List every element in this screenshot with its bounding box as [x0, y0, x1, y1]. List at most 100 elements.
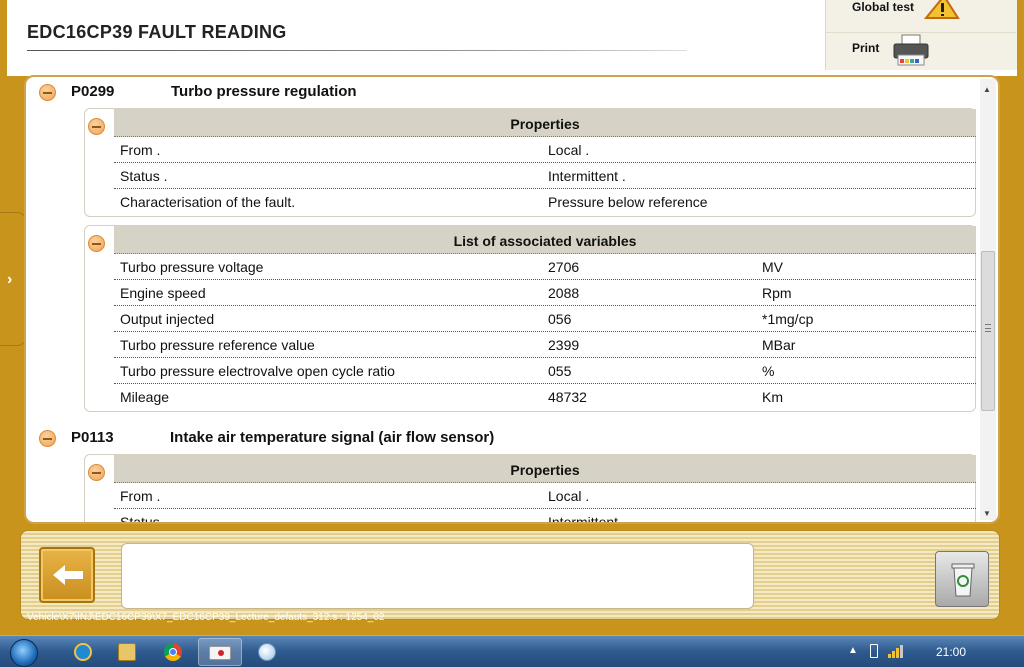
clock[interactable]: 21:00 — [936, 645, 966, 659]
table-row: Mileage 48732 Km — [114, 384, 976, 410]
fault-code: P0113 — [71, 429, 114, 446]
section-heading: Properties — [114, 109, 976, 137]
variable-value: 056 — [548, 311, 572, 327]
variable-name: Turbo pressure reference value — [120, 337, 315, 353]
bottom-bar — [20, 530, 1000, 620]
fault-code: P0299 — [71, 83, 115, 100]
paint-icon — [258, 643, 276, 661]
toolbar-panel: Global test Print — [825, 0, 1017, 70]
variable-name: Output injected — [120, 311, 215, 327]
grip-icon — [985, 324, 991, 332]
properties-section: Properties From . Local . Status . Inter… — [84, 454, 976, 522]
section-heading: Properties — [114, 455, 976, 483]
global-test-label: Global test — [852, 0, 915, 14]
message-box — [121, 543, 754, 609]
table-row: Output injected 056 *1mg/cp — [114, 306, 976, 332]
variable-unit: MV — [762, 259, 783, 275]
property-value: Pressure below reference — [548, 194, 708, 210]
table-row: Characterisation of the fault. Pressure … — [114, 189, 976, 215]
taskbar-internet-explorer[interactable] — [62, 638, 102, 666]
property-name: Characterisation of the fault. — [120, 194, 296, 210]
battery-icon[interactable] — [870, 644, 878, 658]
taskbar-paint[interactable] — [246, 638, 286, 666]
variable-unit: Rpm — [762, 285, 792, 301]
table-row: Status . Intermittent . — [114, 163, 976, 189]
variable-unit: *1mg/cp — [762, 311, 814, 327]
table-row: Turbo pressure electrovalve open cycle r… — [114, 358, 976, 384]
header: EDC16CP39 FAULT READING Global test Prin… — [7, 0, 1017, 76]
print-label: Print — [852, 41, 880, 55]
property-value: Intermittent . — [548, 514, 626, 522]
file-path: Vehicle\X7\INJ\EDC16CP39\X7_EDC16CP39_Le… — [27, 612, 385, 623]
variable-name: Turbo pressure voltage — [120, 259, 264, 275]
start-button[interactable] — [4, 637, 44, 667]
chevron-up-icon[interactable]: ▲ — [848, 645, 858, 656]
fault-description: Turbo pressure regulation — [171, 83, 357, 100]
collapse-icon[interactable] — [39, 430, 56, 447]
table-row: Turbo pressure voltage 2706 MV — [114, 254, 976, 280]
printer-icon — [893, 34, 929, 66]
title-divider — [27, 50, 687, 51]
variable-name: Mileage — [120, 389, 170, 405]
variable-value: 055 — [548, 363, 572, 379]
variable-unit: % — [762, 363, 775, 379]
internet-explorer-icon — [74, 643, 92, 661]
property-value: Local . — [548, 488, 590, 504]
scroll-down-icon[interactable]: ▼ — [983, 509, 991, 518]
collapse-icon[interactable] — [88, 118, 105, 135]
taskbar-chrome[interactable] — [152, 638, 192, 666]
property-value: Local . — [548, 142, 590, 158]
warning-icon — [923, 0, 960, 19]
folder-icon — [118, 643, 136, 661]
fault-header-p0299[interactable]: P0299 Turbo pressure regulation — [26, 79, 984, 103]
back-button[interactable] — [39, 547, 95, 603]
variable-name: Engine speed — [120, 285, 206, 301]
trash-button[interactable] — [935, 551, 989, 607]
variable-unit: Km — [762, 389, 783, 405]
variable-value: 48732 — [548, 389, 587, 405]
diagnostic-app-icon — [209, 646, 231, 660]
table-row: From . Local . — [114, 483, 976, 509]
table-row: Turbo pressure reference value 2399 MBar — [114, 332, 976, 358]
print-button[interactable]: Print — [826, 32, 1016, 66]
section-heading: List of associated variables — [114, 226, 976, 254]
system-tray: ▲ 21:00 — [844, 636, 1024, 667]
properties-section: Properties From . Local . Status . Inter… — [84, 108, 976, 217]
side-panel-toggle[interactable]: › — [0, 212, 27, 346]
variable-unit: MBar — [762, 337, 796, 353]
property-name: From . — [120, 488, 161, 504]
variable-value: 2706 — [548, 259, 580, 275]
signal-icon[interactable] — [888, 644, 904, 658]
fault-description: Intake air temperature signal (air flow … — [170, 429, 495, 446]
fault-list: P0299 Turbo pressure regulation Properti… — [26, 77, 984, 522]
property-name: From . — [120, 142, 161, 158]
page-title: EDC16CP39 FAULT READING — [27, 22, 287, 42]
variable-value: 2399 — [548, 337, 580, 353]
collapse-icon[interactable] — [39, 84, 56, 101]
property-value: Intermittent . — [548, 168, 626, 184]
table-row: Engine speed 2088 Rpm — [114, 280, 976, 306]
recycle-bin-icon — [951, 563, 975, 597]
chrome-icon — [164, 643, 182, 661]
taskbar-file-explorer[interactable] — [106, 638, 146, 666]
chevron-right-icon: › — [7, 271, 13, 288]
table-row: From . Local . — [114, 137, 976, 163]
global-test-button[interactable]: Global test — [826, 0, 1016, 26]
table-row: Status . Intermittent . — [114, 509, 976, 522]
taskbar-diagnostic-app[interactable] — [198, 638, 242, 666]
taskbar: ▲ 21:00 — [0, 635, 1024, 667]
collapse-icon[interactable] — [88, 464, 105, 481]
arrow-left-icon — [53, 565, 83, 585]
windows-logo-icon — [10, 639, 38, 667]
scroll-thumb[interactable] — [981, 251, 995, 411]
collapse-icon[interactable] — [88, 235, 105, 252]
property-name: Status . — [120, 168, 168, 184]
variable-name: Turbo pressure electrovalve open cycle r… — [120, 363, 395, 379]
variables-section: List of associated variables Turbo press… — [84, 225, 976, 412]
variable-value: 2088 — [548, 285, 580, 301]
property-name: Status . — [120, 514, 168, 522]
scroll-up-icon[interactable]: ▲ — [983, 85, 991, 94]
vertical-scrollbar[interactable]: ▲ ▼ — [980, 79, 996, 520]
fault-header-p0113[interactable]: P0113 Intake air temperature signal (air… — [26, 425, 984, 449]
fault-list-panel: P0299 Turbo pressure regulation Properti… — [24, 75, 1000, 524]
